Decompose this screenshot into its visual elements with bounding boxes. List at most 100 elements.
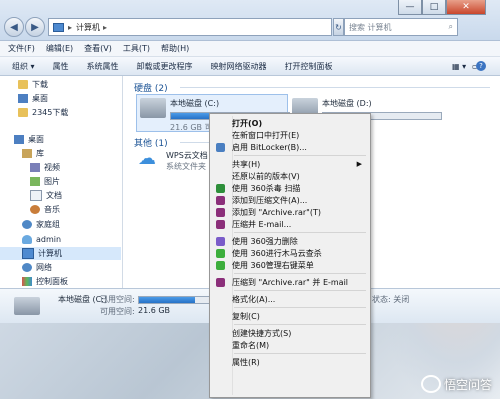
uninstall-program-button[interactable]: 卸载或更改程序 [137, 61, 193, 72]
address-segment-computer[interactable]: 计算机 [76, 22, 100, 33]
details-free-value: 21.6 GB [138, 306, 171, 315]
details-used-label: 已用空间: [100, 295, 135, 304]
view-options-icon[interactable]: ▦ ▾ [452, 62, 466, 71]
menu-separator [234, 307, 366, 308]
music-icon [30, 205, 40, 214]
maximize-button[interactable]: □ [422, 0, 446, 15]
nav-item-library[interactable]: 库 [22, 147, 44, 160]
menu-bar: 文件(F) 编辑(E) 查看(V) 工具(T) 帮助(H) [0, 41, 500, 57]
nav-label: 2345下载 [32, 108, 69, 117]
menu-separator [234, 232, 366, 233]
address-bar-area: — □ ✕ ◀ ▶ ▸ 计算机 ▸ ↻ 搜索 计算机 ⌕ [0, 0, 500, 41]
menu-edit[interactable]: 编辑(E) [46, 43, 73, 54]
menu-item-label: 共享(H) [232, 159, 261, 169]
system-properties-button[interactable]: 系统属性 [87, 61, 119, 72]
chat-bubble-icon [420, 375, 441, 393]
navigation-pane: 下载 桌面 2345下载 桌面 库 视频 图片 文档 音乐 家庭组 admin … [0, 76, 123, 288]
watermark-text: 悟空问答 [443, 377, 492, 392]
nav-label: admin [36, 235, 62, 244]
map-network-drive-button[interactable]: 映射网络驱动器 [211, 61, 267, 72]
context-menu-item[interactable]: 压缩并 E-mail... [212, 218, 368, 230]
nav-item-desktop-root[interactable]: 桌面 [14, 133, 44, 146]
menu-item-label: 格式化(A)... [232, 294, 276, 304]
menu-file[interactable]: 文件(F) [8, 43, 35, 54]
nav-item-homegroup[interactable]: 家庭组 [22, 218, 60, 231]
properties-button[interactable]: 属性 [53, 61, 69, 72]
folder-icon [18, 108, 28, 117]
document-icon [30, 190, 42, 201]
context-menu-item[interactable]: 还原以前的版本(V) [212, 170, 368, 182]
menu-help[interactable]: 帮助(H) [161, 43, 189, 54]
desktop-icon [14, 135, 24, 144]
open-control-panel-button[interactable]: 打开控制面板 [285, 61, 333, 72]
menu-item-label: 还原以前的版本(V) [232, 171, 300, 181]
context-menu-item[interactable]: 使用 360杀毒 扫描 [212, 182, 368, 194]
nav-item-pictures[interactable]: 图片 [30, 175, 60, 188]
menu-item-label: 使用 360强力删除 [232, 236, 298, 246]
menu-view[interactable]: 查看(V) [84, 43, 112, 54]
nav-item-computer[interactable]: 计算机 [22, 247, 62, 260]
context-menu-item[interactable]: 使用 360管理右键菜单 [212, 259, 368, 271]
organize-button[interactable]: 组织 ▾ [12, 61, 35, 72]
nav-label: 桌面 [28, 135, 44, 144]
address-separator-icon: ▸ [103, 22, 108, 32]
context-menu-item[interactable]: 添加到 "Archive.rar"(T) [212, 206, 368, 218]
context-menu-item[interactable]: 添加到压缩文件(A)... [212, 194, 368, 206]
help-icon[interactable]: ? [476, 61, 486, 71]
command-bar: 组织 ▾ 属性 系统属性 卸载或更改程序 映射网络驱动器 打开控制面板 ▦ ▾ … [0, 57, 500, 76]
menu-item-icon [216, 183, 225, 193]
menu-separator [234, 273, 366, 274]
menu-item-label: 启用 BitLocker(B)... [232, 142, 307, 152]
nav-label: 网络 [36, 263, 52, 272]
nav-item-2345-downloads[interactable]: 2345下载 [18, 106, 68, 119]
context-menu-item[interactable]: 启用 BitLocker(B)... [212, 141, 368, 153]
context-menu-item[interactable]: 复制(C) [212, 310, 368, 322]
refresh-button[interactable]: ↻ [333, 18, 344, 36]
menu-item-icon [216, 277, 225, 287]
forward-arrow-icon: ▶ [31, 21, 39, 33]
context-menu-item[interactable]: 共享(H) ▶ [212, 158, 368, 170]
menu-tools[interactable]: 工具(T) [123, 43, 150, 54]
menu-item-label: 创建快捷方式(S) [232, 328, 292, 338]
context-menu-item[interactable]: 使用 360进行木马云查杀 [212, 247, 368, 259]
minimize-button[interactable]: — [398, 0, 422, 15]
search-input[interactable]: 搜索 计算机 ⌕ [344, 18, 458, 36]
nav-item-network[interactable]: 网络 [22, 261, 52, 274]
context-menu-item[interactable]: 重命名(M) [212, 339, 368, 351]
close-button[interactable]: ✕ [446, 0, 486, 15]
cloud-icon: ☁ [138, 148, 156, 169]
menu-item-label: 添加到 "Archive.rar"(T) [232, 207, 321, 217]
context-menu-item[interactable]: 压缩到 "Archive.rar" 并 E-mail [212, 276, 368, 288]
menu-separator [234, 290, 366, 291]
context-menu: 打开(O) 在新窗口中打开(E) 启用 BitLocker(B)... 共享(H) ▶ 还… [209, 113, 371, 398]
nav-item-video[interactable]: 视频 [30, 161, 60, 174]
folder-icon [18, 80, 28, 89]
nav-label: 家庭组 [36, 220, 60, 229]
context-menu-item[interactable]: 属性(R) [212, 356, 368, 368]
context-menu-item[interactable]: 使用 360强力删除 [212, 235, 368, 247]
menu-item-icon [216, 236, 225, 246]
group-divider [180, 87, 490, 88]
group-header-drives[interactable]: 硬盘 (2) [134, 81, 168, 94]
menu-item-label: 添加到压缩文件(A)... [232, 195, 308, 205]
wps-cloud-item[interactable]: ☁ WPS云文档 系统文件夹 [138, 150, 208, 172]
details-status: 状态: 关闭 [372, 295, 410, 304]
context-menu-item[interactable]: 格式化(A)... [212, 293, 368, 305]
homegroup-icon [22, 220, 32, 229]
context-menu-item[interactable]: 打开(O) [212, 117, 368, 129]
nav-item-desktop[interactable]: 桌面 [18, 92, 48, 105]
address-field[interactable]: ▸ 计算机 ▸ [48, 18, 332, 36]
nav-item-music[interactable]: 音乐 [30, 203, 60, 216]
back-arrow-icon: ◀ [10, 21, 18, 33]
context-menu-item[interactable]: 在新窗口中打开(E) [212, 129, 368, 141]
nav-item-downloads[interactable]: 下载 [18, 78, 48, 91]
nav-item-documents[interactable]: 文档 [30, 189, 62, 202]
nav-item-control-panel[interactable]: 控制面板 [22, 275, 68, 288]
nav-label: 库 [36, 149, 44, 158]
back-button[interactable]: ◀ [4, 17, 24, 37]
nav-item-admin[interactable]: admin [22, 233, 61, 246]
forward-button[interactable]: ▶ [25, 17, 45, 37]
context-menu-item[interactable]: 创建快捷方式(S) [212, 327, 368, 339]
nav-label: 下载 [32, 80, 48, 89]
menu-item-label: 使用 360进行木马云查杀 [232, 248, 322, 258]
